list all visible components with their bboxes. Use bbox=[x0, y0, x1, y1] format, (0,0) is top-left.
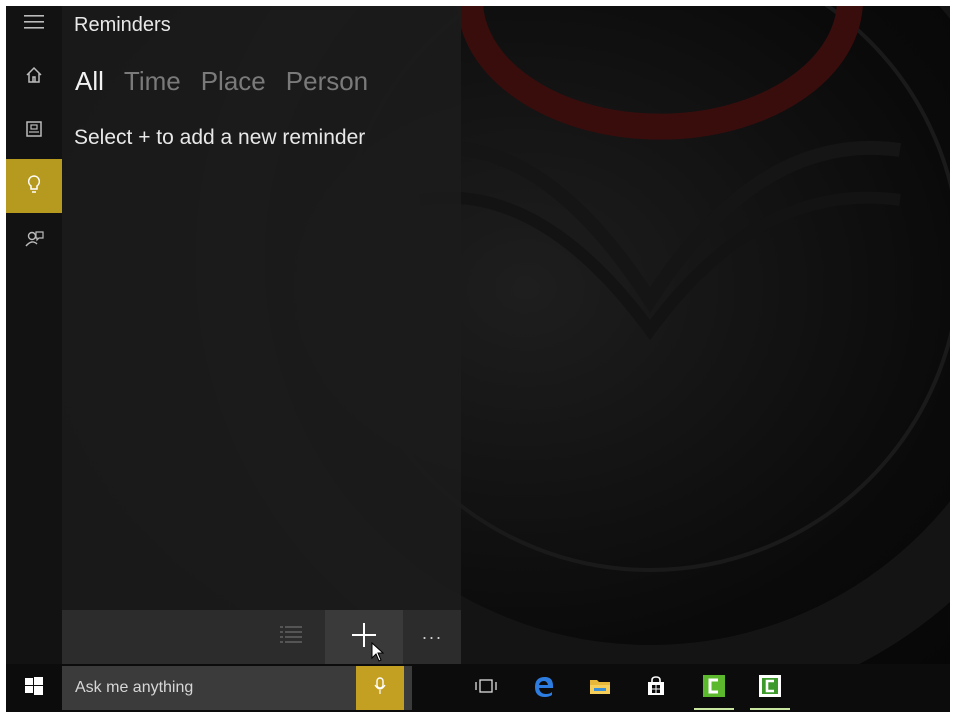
home-icon bbox=[25, 66, 43, 89]
filter-tab-person[interactable]: Person bbox=[286, 66, 368, 97]
reminders-button[interactable] bbox=[6, 159, 62, 213]
empty-state-message: Select + to add a new reminder bbox=[74, 126, 366, 149]
camtasia-studio-taskbar-button[interactable] bbox=[744, 664, 796, 712]
camtasia-studio-icon bbox=[758, 674, 782, 703]
menu-icon bbox=[24, 14, 44, 34]
select-list-button[interactable] bbox=[262, 610, 320, 664]
feedback-icon bbox=[24, 230, 44, 253]
start-button[interactable] bbox=[6, 664, 62, 712]
add-reminder-button[interactable] bbox=[325, 610, 403, 664]
task-view-icon bbox=[475, 678, 497, 699]
taskbar: Ask me anything bbox=[6, 664, 950, 712]
windows-logo-icon bbox=[25, 676, 43, 700]
file-explorer-icon bbox=[589, 677, 611, 700]
list-icon bbox=[280, 625, 302, 650]
task-view-button[interactable] bbox=[460, 664, 512, 712]
more-options-button[interactable]: ··· bbox=[407, 610, 457, 664]
notebook-icon bbox=[25, 120, 43, 143]
command-bar: ··· bbox=[62, 610, 461, 664]
edge-icon bbox=[533, 675, 555, 702]
store-taskbar-button[interactable] bbox=[630, 664, 682, 712]
filter-tab-time[interactable]: Time bbox=[124, 66, 181, 97]
camtasia-recorder-taskbar-button[interactable] bbox=[688, 664, 740, 712]
filter-tab-place[interactable]: Place bbox=[201, 66, 266, 97]
feedback-button[interactable] bbox=[6, 214, 62, 268]
notebook-button[interactable] bbox=[6, 104, 62, 158]
camtasia-recorder-icon bbox=[702, 674, 726, 703]
edge-taskbar-button[interactable] bbox=[518, 664, 570, 712]
reminder-bulb-icon bbox=[25, 174, 43, 199]
page-title: Reminders bbox=[74, 14, 171, 36]
hamburger-menu-button[interactable] bbox=[6, 6, 62, 42]
cortana-panel: Reminders All Time Place Person Select +… bbox=[6, 6, 461, 664]
file-explorer-taskbar-button[interactable] bbox=[574, 664, 626, 712]
microphone-button[interactable] bbox=[356, 666, 404, 710]
filter-tab-all[interactable]: All bbox=[75, 66, 104, 97]
frame-bottom-edge bbox=[0, 712, 956, 721]
search-input[interactable]: Ask me anything bbox=[75, 679, 193, 697]
home-button[interactable] bbox=[6, 50, 62, 104]
frame-right-edge bbox=[950, 0, 956, 721]
microphone-icon bbox=[374, 676, 386, 700]
cortana-nav-rail bbox=[6, 6, 62, 664]
store-icon bbox=[646, 675, 666, 701]
reminder-filter-tabs: All Time Place Person bbox=[75, 66, 388, 97]
